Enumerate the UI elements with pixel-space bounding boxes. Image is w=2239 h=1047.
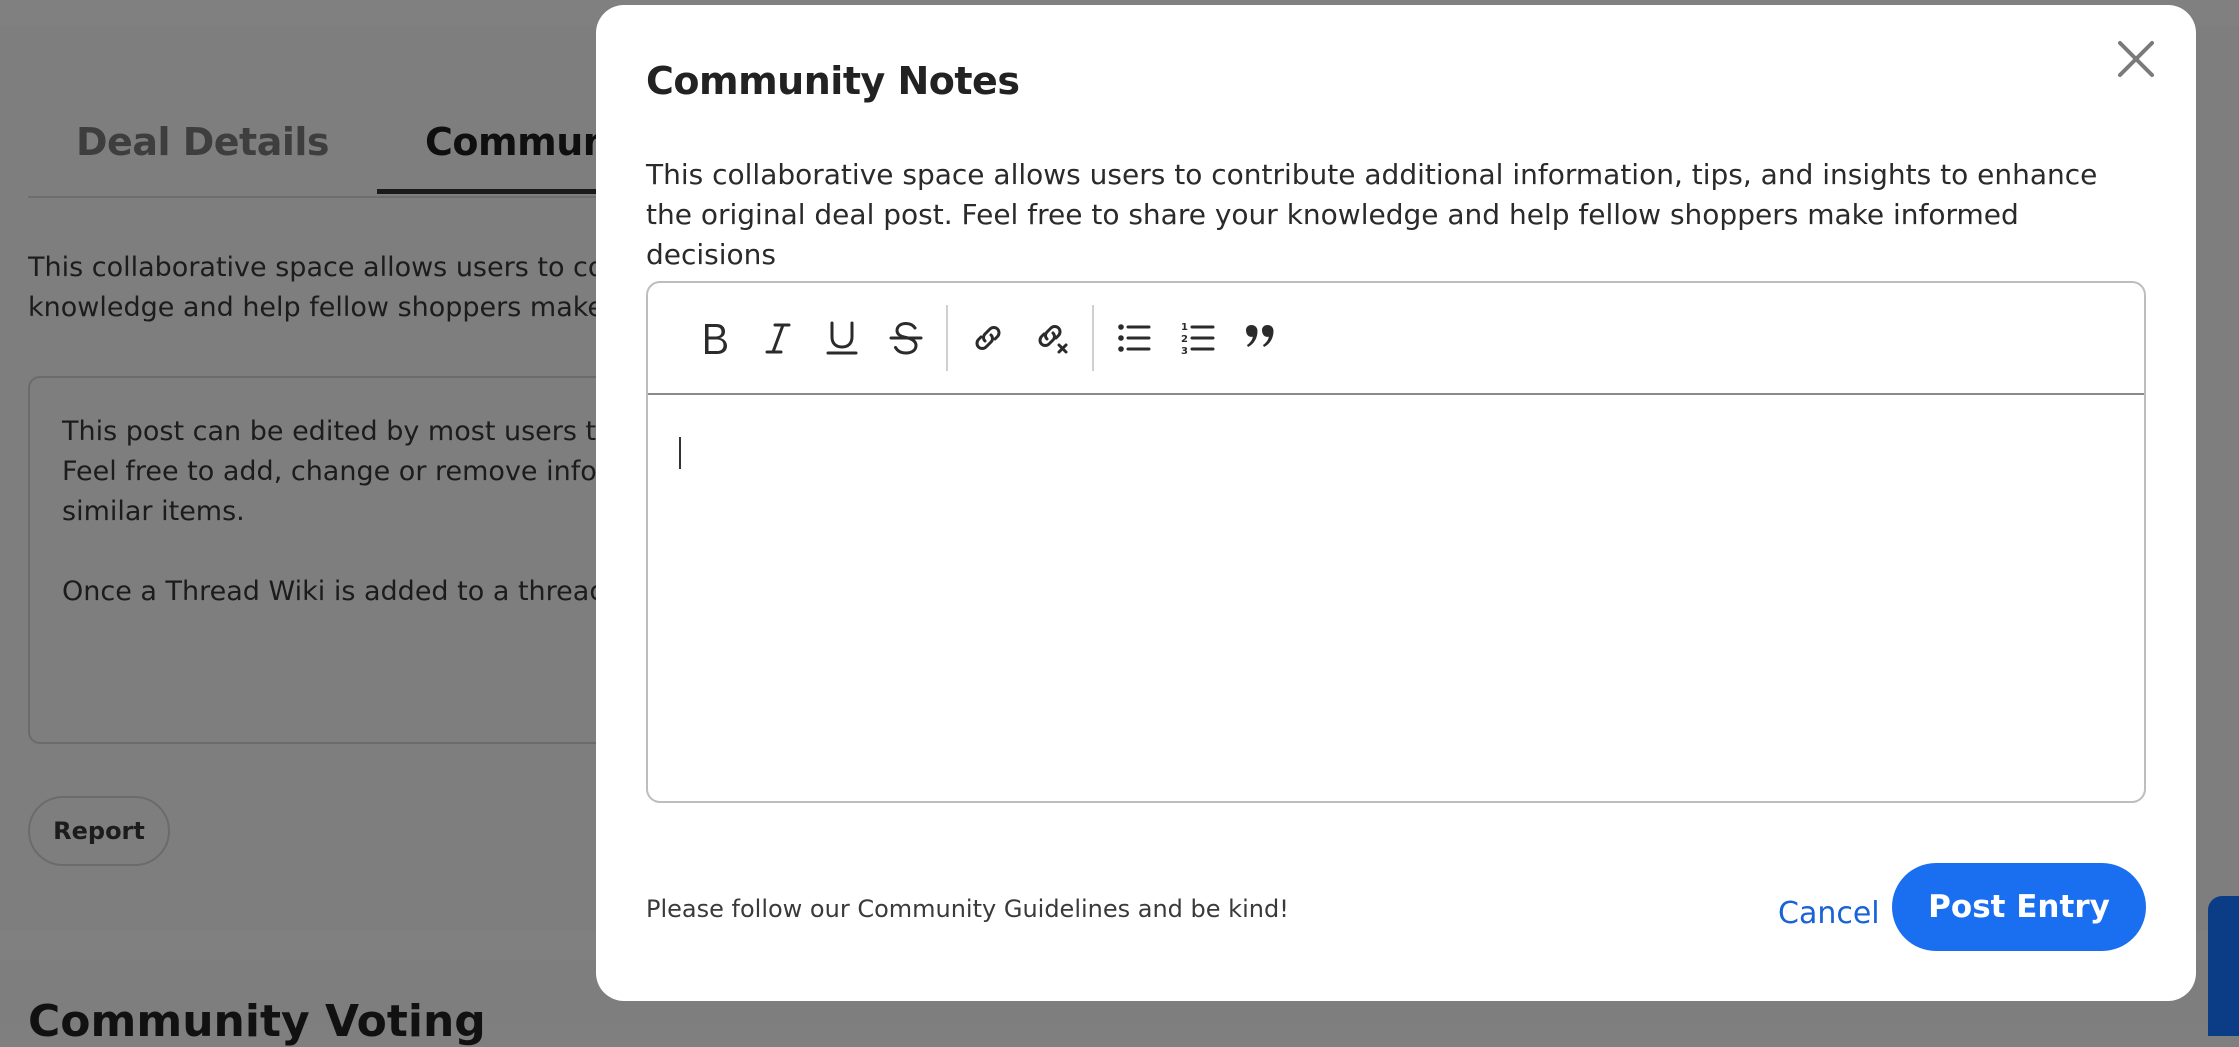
wiki-line: similar items. — [62, 496, 245, 527]
wiki-line: This post can be edited by most users to — [62, 416, 613, 447]
underline-icon — [826, 321, 858, 355]
background-description: This collaborative space allows users to… — [28, 252, 605, 323]
editor-input[interactable] — [648, 395, 2144, 799]
report-button[interactable]: Report — [28, 796, 170, 866]
svg-text:3: 3 — [1181, 346, 1188, 357]
toolbar-separator — [946, 305, 948, 371]
underline-button[interactable] — [814, 310, 870, 366]
modal-title: Community Notes — [646, 59, 1020, 103]
editor-toolbar: 1 2 3 — [648, 283, 2144, 395]
tab-deal-details[interactable]: Deal Details — [28, 110, 377, 192]
italic-icon — [765, 323, 791, 354]
bold-icon — [705, 324, 727, 354]
text-caret — [679, 437, 681, 469]
svg-text:1: 1 — [1181, 322, 1188, 333]
wiki-line: Feel free to add, change or remove infor — [62, 456, 608, 487]
link-icon — [975, 326, 1001, 350]
community-notes-modal: Community Notes This collaborative space… — [596, 5, 2196, 1001]
quote-icon — [1246, 325, 1274, 347]
section-heading: Community Voting — [28, 996, 486, 1047]
svg-text:2: 2 — [1181, 334, 1188, 345]
link-button[interactable] — [960, 310, 1016, 366]
strikethrough-icon — [889, 321, 923, 355]
bullet-list-button[interactable] — [1106, 310, 1162, 366]
rich-text-editor: 1 2 3 — [646, 281, 2146, 803]
toolbar-separator — [1092, 305, 1094, 371]
quote-button[interactable] — [1234, 310, 1290, 366]
post-entry-button[interactable]: Post Entry — [1892, 863, 2146, 951]
numbered-list-button[interactable]: 1 2 3 — [1170, 310, 1226, 366]
thread-wiki-box: This post can be edited by most users to… — [28, 376, 648, 744]
numbered-list-icon: 1 2 3 — [1181, 322, 1215, 357]
close-icon — [2118, 41, 2154, 77]
unlink-icon — [1038, 325, 1068, 354]
tab-divider — [28, 196, 608, 198]
floating-action-edge[interactable] — [2208, 896, 2239, 1036]
guidelines-note: Please follow our Community Guidelines a… — [646, 895, 1289, 923]
unlink-button[interactable] — [1024, 310, 1080, 366]
wiki-line: Once a Thread Wiki is added to a thread, — [62, 576, 616, 607]
bullet-list-icon — [1118, 324, 1151, 352]
cancel-button[interactable]: Cancel — [1764, 875, 1894, 951]
strikethrough-button[interactable] — [878, 310, 934, 366]
modal-description: This collaborative space allows users to… — [646, 158, 2098, 271]
close-button[interactable] — [2112, 35, 2160, 83]
bold-button[interactable] — [686, 310, 742, 366]
italic-button[interactable] — [750, 310, 806, 366]
